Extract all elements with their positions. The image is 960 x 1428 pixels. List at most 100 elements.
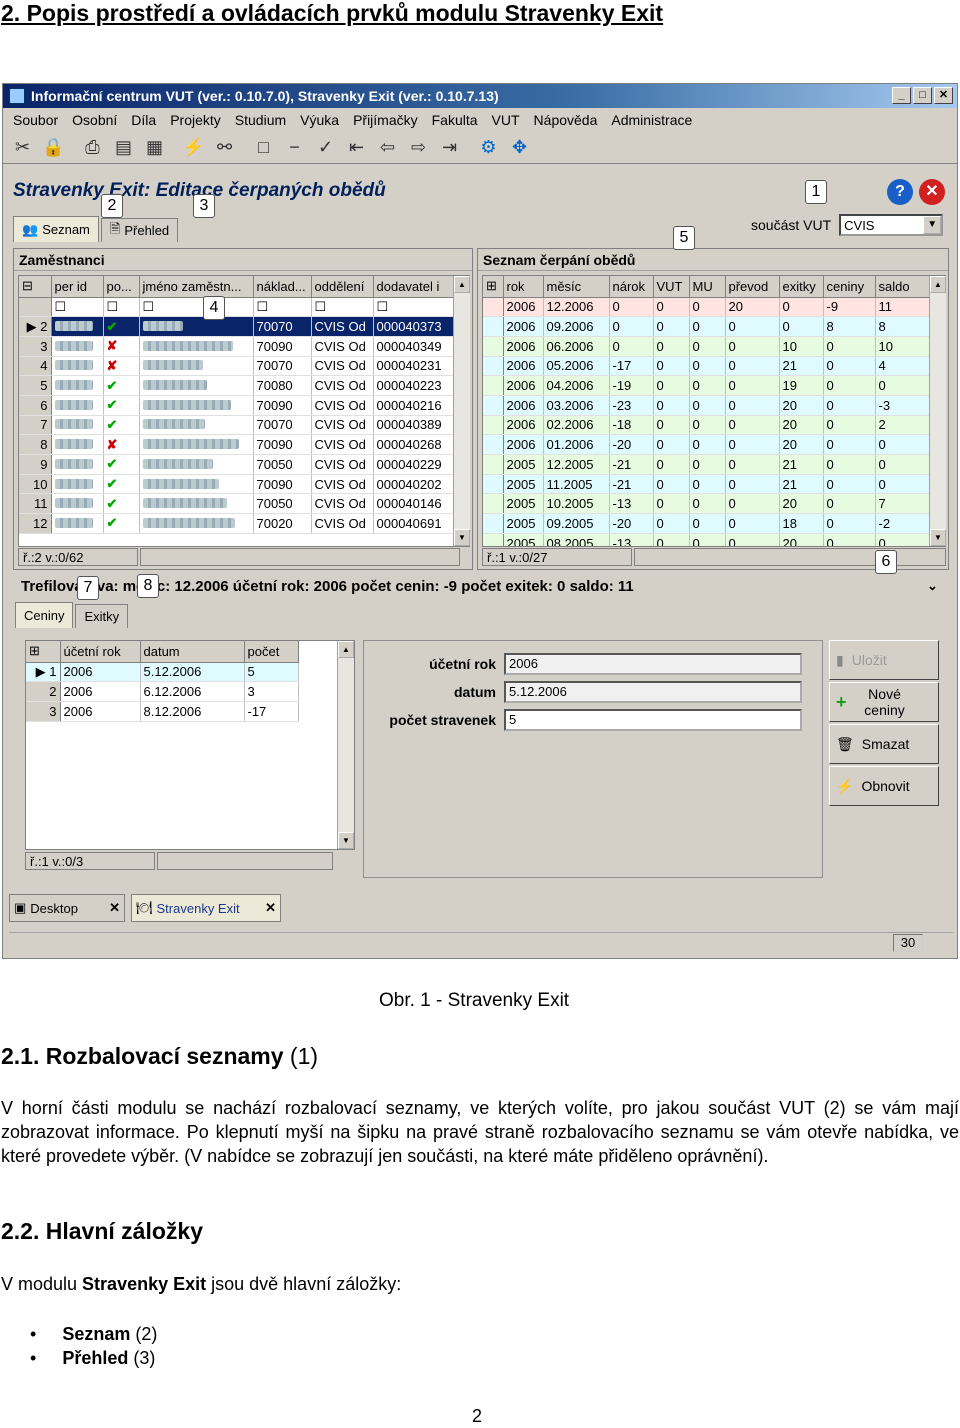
- table-row[interactable]: 2005 08.2005 -13 0 0 0 20 0 0: [483, 533, 930, 546]
- close-icon[interactable]: ✕: [265, 900, 276, 916]
- col-name[interactable]: jméno zaměstn...: [139, 276, 254, 298]
- table-row[interactable]: 2006 06.2006 0 0 0 0 10 0 10: [483, 336, 930, 357]
- network-icon[interactable]: ✥: [506, 134, 533, 161]
- menu-vyuka[interactable]: Výuka: [300, 112, 339, 128]
- close-icon[interactable]: ✕: [919, 179, 945, 205]
- table-row[interactable]: 2006 12.2006 0 0 0 20 0 -9 11: [483, 297, 930, 318]
- table-row[interactable]: 3 ✘ 70090 CVIS Od 000040349: [19, 336, 454, 357]
- col-date[interactable]: datum: [140, 641, 245, 663]
- table-row[interactable]: ▶ 2 ✔ 70070 CVIS Od 000040373: [19, 316, 454, 337]
- tab-exitky[interactable]: Exitky: [75, 604, 129, 628]
- menu-vut[interactable]: VUT: [492, 112, 520, 128]
- export-icon[interactable]: ▤: [110, 134, 137, 161]
- table-row[interactable]: 2006 04.2006 -19 0 0 0 19 0 0: [483, 375, 930, 396]
- employees-hscroll[interactable]: [140, 548, 460, 566]
- col-cost[interactable]: náklad...: [253, 276, 312, 298]
- menu-studium[interactable]: Studium: [235, 112, 286, 128]
- table-row[interactable]: 2005 12.2005 -21 0 0 0 21 0 0: [483, 454, 930, 475]
- col-transfer[interactable]: převod: [725, 276, 780, 298]
- col-per-id[interactable]: per id: [51, 276, 104, 298]
- tools-icon[interactable]: ✂: [9, 134, 36, 161]
- minimize-button[interactable]: _: [892, 87, 911, 104]
- col-claim[interactable]: nárok: [609, 276, 654, 298]
- printer-icon[interactable]: ⎙: [79, 134, 106, 161]
- table-row[interactable]: 12 ✔ 70020 CVIS Od 000040691: [19, 513, 454, 534]
- col-exitky[interactable]: exitky: [779, 276, 824, 298]
- table-row[interactable]: 2005 11.2005 -21 0 0 0 21 0 0: [483, 474, 930, 495]
- tab-seznam[interactable]: 👥 Seznam: [13, 216, 99, 242]
- table-row[interactable]: 2006 02.2006 -18 0 0 0 20 0 2: [483, 415, 930, 436]
- task-stravenky[interactable]: 🍽 Stravenky Exit ✕: [131, 894, 281, 922]
- table-row[interactable]: 10 ✔ 70090 CVIS Od 000040202: [19, 474, 454, 495]
- new-record-icon[interactable]: □: [250, 134, 277, 161]
- table-row[interactable]: 2005 10.2005 -13 0 0 0 20 0 7: [483, 493, 930, 515]
- delete-button[interactable]: 🗑 Smazat: [829, 724, 939, 764]
- filter-box[interactable]: ☐: [377, 299, 389, 314]
- meals-scrollbar[interactable]: ▲ ▼: [929, 276, 946, 546]
- menu-dila[interactable]: Díla: [131, 112, 156, 128]
- menu-prijimacky[interactable]: Přijímačky: [353, 112, 418, 128]
- year-field[interactable]: 2006: [504, 653, 802, 675]
- table-row[interactable]: 7 ✔ 70070 CVIS Od 000040389: [19, 415, 454, 436]
- col-mu[interactable]: MU: [689, 276, 726, 298]
- table-row[interactable]: 2006 03.2006 -23 0 0 0 20 0 -3: [483, 395, 930, 416]
- vouchers-scrollbar[interactable]: ▲ ▼: [337, 641, 354, 849]
- filter-box[interactable]: ☐: [315, 299, 327, 314]
- vut-select[interactable]: CVIS ▼: [839, 214, 944, 236]
- menu-projekty[interactable]: Projekty: [170, 112, 221, 128]
- col-po[interactable]: po...: [103, 276, 140, 298]
- menu-soubor[interactable]: Soubor: [13, 112, 58, 128]
- col-year[interactable]: rok: [503, 276, 544, 298]
- menu-fakulta[interactable]: Fakulta: [432, 112, 478, 128]
- delete-record-icon[interactable]: −: [281, 134, 308, 161]
- table-row[interactable]: 2005 09.2005 -20 0 0 0 18 0 -2: [483, 513, 930, 534]
- close-window-button[interactable]: ✕: [934, 87, 953, 104]
- filter-box[interactable]: ☐: [55, 299, 67, 314]
- filter-box[interactable]: ☐: [143, 299, 155, 314]
- close-icon[interactable]: ✕: [109, 900, 120, 916]
- collapse-chevron-icon[interactable]: ⌄: [927, 578, 938, 594]
- next-record-icon[interactable]: ⇨: [405, 134, 432, 161]
- refresh-button[interactable]: ⚡ Obnovit: [829, 766, 939, 806]
- new-vouchers-button[interactable]: + Nové ceniny: [829, 682, 939, 722]
- filter-box[interactable]: ☐: [257, 299, 269, 314]
- col-acc-year[interactable]: účetní rok: [60, 641, 141, 663]
- table-row[interactable]: 2 2006 6.12.2006 3: [26, 681, 299, 702]
- menu-napoveda[interactable]: Nápověda: [534, 112, 598, 128]
- col-month[interactable]: měsíc: [543, 276, 610, 298]
- table-row[interactable]: 4 ✘ 70070 CVIS Od 000040231: [19, 356, 454, 377]
- table-row[interactable]: 2006 01.2006 -20 0 0 0 20 0 0: [483, 434, 930, 455]
- menu-administrace[interactable]: Administrace: [611, 112, 692, 128]
- col-count[interactable]: počet: [244, 641, 299, 663]
- chevron-down-icon[interactable]: ▼: [923, 216, 942, 234]
- table-row[interactable]: 3 2006 8.12.2006 -17: [26, 701, 299, 722]
- task-desktop[interactable]: ▣ Desktop ✕: [9, 894, 125, 922]
- expand-header[interactable]: ⊟: [19, 276, 52, 298]
- tab-prehled[interactable]: 🗎 Přehled: [100, 218, 179, 242]
- lightning-icon[interactable]: ⚡: [180, 134, 207, 161]
- table-row[interactable]: 9 ✔ 70050 CVIS Od 000040229: [19, 454, 454, 475]
- expand-header[interactable]: ⊞: [483, 276, 504, 298]
- table-row[interactable]: 11 ✔ 70050 CVIS Od 000040146: [19, 493, 454, 515]
- col-dept[interactable]: oddělení: [311, 276, 374, 298]
- first-record-icon[interactable]: ⇤: [343, 134, 370, 161]
- tab-ceniny[interactable]: Ceniny: [15, 602, 74, 628]
- help-icon[interactable]: ?: [887, 179, 913, 205]
- previous-record-icon[interactable]: ⇦: [374, 134, 401, 161]
- col-vut[interactable]: VUT: [653, 276, 690, 298]
- count-field[interactable]: 5: [504, 709, 802, 731]
- date-field[interactable]: 5.12.2006: [504, 681, 802, 703]
- table-row[interactable]: 8 ✘ 70090 CVIS Od 000040268: [19, 434, 454, 455]
- vouchers-hscroll[interactable]: [157, 852, 333, 870]
- save-icon[interactable]: ▦: [141, 134, 168, 161]
- table-row[interactable]: 6 ✔ 70090 CVIS Od 000040216: [19, 395, 454, 416]
- col-ceniny[interactable]: ceniny: [823, 276, 876, 298]
- maximize-button[interactable]: □: [913, 87, 932, 104]
- table-row[interactable]: 5 ✔ 70080 CVIS Od 000040223: [19, 375, 454, 396]
- expand-header[interactable]: ⊞: [26, 641, 61, 663]
- table-row[interactable]: ▶ 1 2006 5.12.2006 5: [26, 662, 299, 683]
- menu-osobni[interactable]: Osobní: [72, 112, 117, 128]
- table-row[interactable]: 2006 05.2006 -17 0 0 0 21 0 4: [483, 356, 930, 377]
- table-row[interactable]: 2006 09.2006 0 0 0 0 0 8 8: [483, 316, 930, 337]
- employees-scrollbar[interactable]: ▲ ▼: [453, 276, 470, 546]
